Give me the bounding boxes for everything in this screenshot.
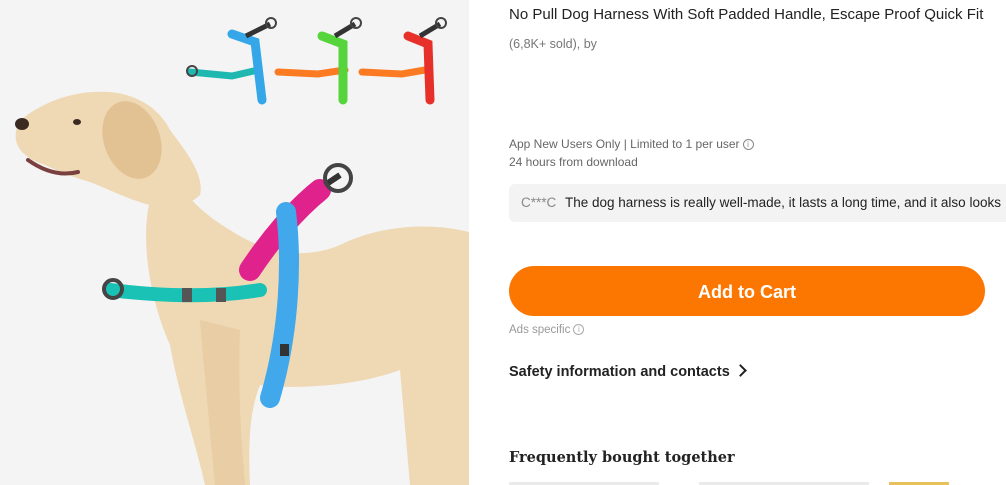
ads-specific[interactable]: Ads specific i (509, 324, 585, 336)
product-info-panel: No Pull Dog Harness With Soft Padded Han… (509, 0, 1006, 485)
promo-time-limit: 24 hours from download (509, 155, 638, 169)
add-to-cart-button[interactable]: Add to Cart (509, 266, 985, 316)
review-snippet[interactable]: C***C The dog harness is really well-mad… (509, 184, 1006, 222)
info-icon: i (573, 324, 585, 335)
sold-count: (6,8K+ sold), by (509, 37, 597, 51)
product-photo (0, 0, 469, 485)
frequently-bought-heading: Frequently bought together (509, 449, 735, 466)
product-image[interactable] (0, 0, 469, 485)
info-icon[interactable]: i (742, 139, 754, 150)
product-title: No Pull Dog Harness With Soft Padded Han… (509, 6, 984, 23)
promo-restriction-text: App New Users Only | Limited to 1 per us… (509, 137, 740, 151)
promo-restriction: App New Users Only | Limited to 1 per us… (509, 137, 754, 151)
ads-specific-label: Ads specific (509, 324, 571, 336)
review-text: The dog harness is really well-made, it … (565, 195, 1001, 210)
safety-info-label: Safety information and contacts (509, 364, 730, 380)
review-username: C***C (521, 195, 557, 210)
safety-info-link[interactable]: Safety information and contacts (509, 364, 747, 380)
chevron-right-icon (733, 364, 747, 377)
